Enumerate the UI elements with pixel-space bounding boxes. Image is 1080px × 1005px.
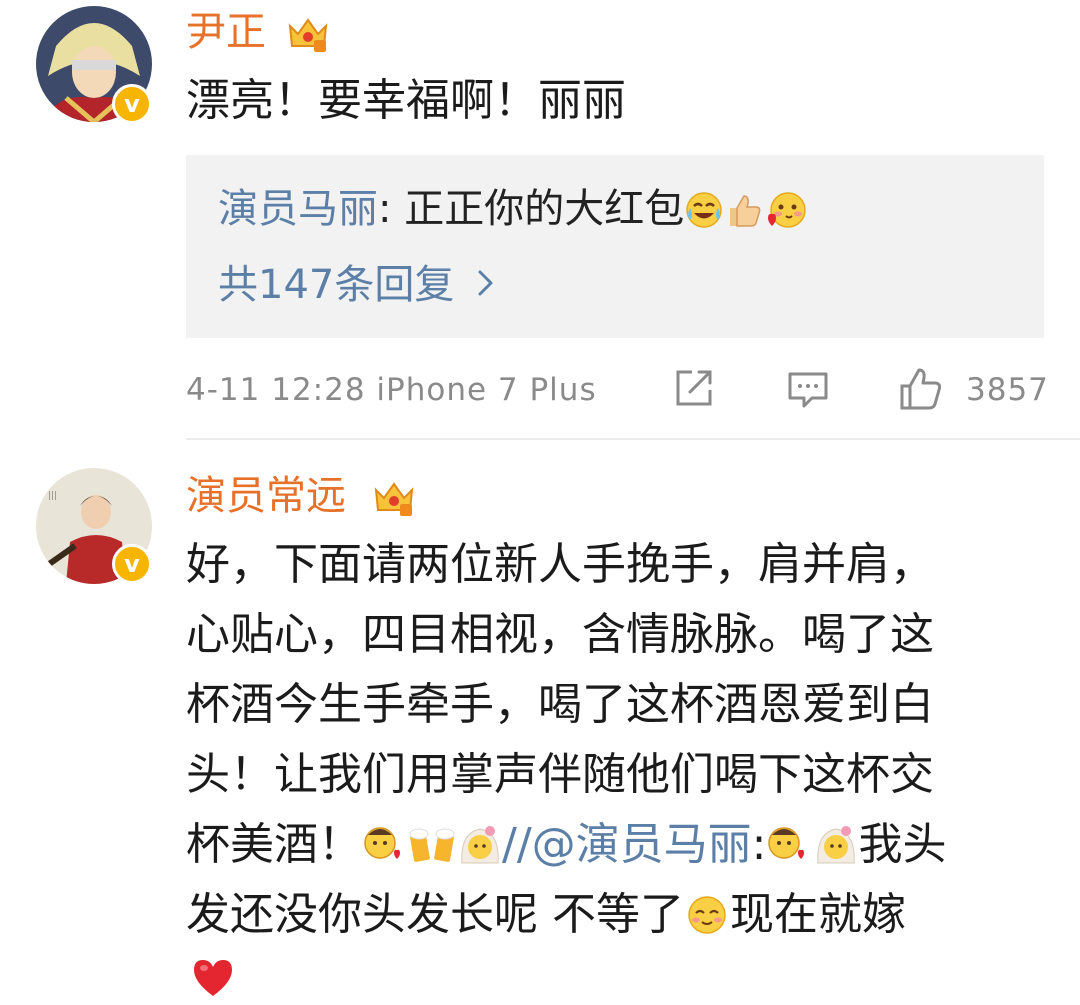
comment-text-segment: 杯美酒！ [186, 819, 362, 870]
comment-text: 漂亮！要幸福啊！丽丽 [186, 75, 626, 126]
comment-text-line: 杯酒今生手牵手，喝了这杯酒恩爱到白 [186, 679, 934, 730]
member-crown-icon [374, 482, 414, 516]
reply-separator: : [378, 186, 392, 232]
reply-text: 正正你的大红包 [404, 186, 685, 232]
laughing-crying-emoji-icon [686, 192, 722, 228]
svg-text:|||: ||| [48, 491, 57, 501]
kiss-emoji-icon [768, 827, 805, 859]
reply-line: 演员马丽: 正正你的大红包 [218, 183, 808, 235]
verified-badge-icon: v [112, 84, 152, 124]
comment-icon[interactable] [786, 366, 830, 410]
comment-meta: 4-11 12:28 iPhone 7 Plus [186, 368, 597, 412]
like-count: 3857 [966, 372, 1049, 408]
like-icon[interactable] [898, 366, 944, 412]
bride-emoji-icon [817, 826, 856, 864]
member-crown-icon [288, 18, 328, 52]
bride-emoji-icon [461, 826, 499, 864]
comment-item: v 尹正 漂亮！要幸福啊！丽丽 演员马丽: 正正你的大红包 共147条回复 4-… [0, 0, 1080, 440]
mention-link[interactable]: @演员马丽 [532, 819, 752, 870]
cheers-beer-emoji-icon [409, 828, 455, 862]
thumbs-up-emoji-icon [730, 195, 761, 227]
reply-count-link[interactable]: 共147条回复 [218, 259, 496, 311]
comment-text-segment: 我头 [858, 819, 947, 870]
comment-text-line: 杯美酒！ //@演员马丽: 我头 [186, 816, 946, 873]
comment-time: 12:28 [271, 372, 366, 408]
username[interactable]: 演员常远 [186, 472, 346, 520]
comment-text-line: 头！让我们用掌声伴随他们喝下这杯交 [186, 749, 934, 800]
mention-separator: : [751, 819, 767, 870]
shy-smile-emoji-icon [688, 896, 726, 934]
verified-badge-icon: v [112, 544, 152, 584]
chevron-right-icon [478, 270, 493, 296]
comment-date: 4-11 [186, 372, 261, 408]
reply-count-label: 共147条回复 [218, 262, 455, 308]
reply-author[interactable]: 演员马丽 [218, 186, 378, 232]
red-heart-emoji-icon [194, 960, 232, 996]
comment-text-line: 心贴心，四目相视，含情脉脉。喝了这 [186, 609, 934, 660]
comment-text-segment: 发还没你头发长呢 不等了 [186, 889, 684, 940]
comment-text-segment: 现在就嫁 [730, 889, 906, 940]
comment-device: iPhone 7 Plus [376, 372, 597, 408]
comment-text-line: 发还没你头发长呢 不等了 现在就嫁 [186, 886, 906, 943]
forward-marker: // [502, 819, 532, 870]
username[interactable]: 尹正 [186, 8, 266, 56]
reply-preview[interactable]: 演员马丽: 正正你的大红包 共147条回复 [186, 155, 1044, 338]
comment-item: ||| v 演员常远 好，下面请两位新人手挽手，肩并肩， 心贴心，四目相视，含情… [0, 440, 1080, 1005]
love-heart-emoji-icon [768, 192, 806, 228]
forward-icon[interactable] [672, 366, 716, 410]
kiss-emoji-icon [364, 827, 400, 859]
comment-text-line: 好，下面请两位新人手挽手，肩并肩， [186, 539, 934, 590]
